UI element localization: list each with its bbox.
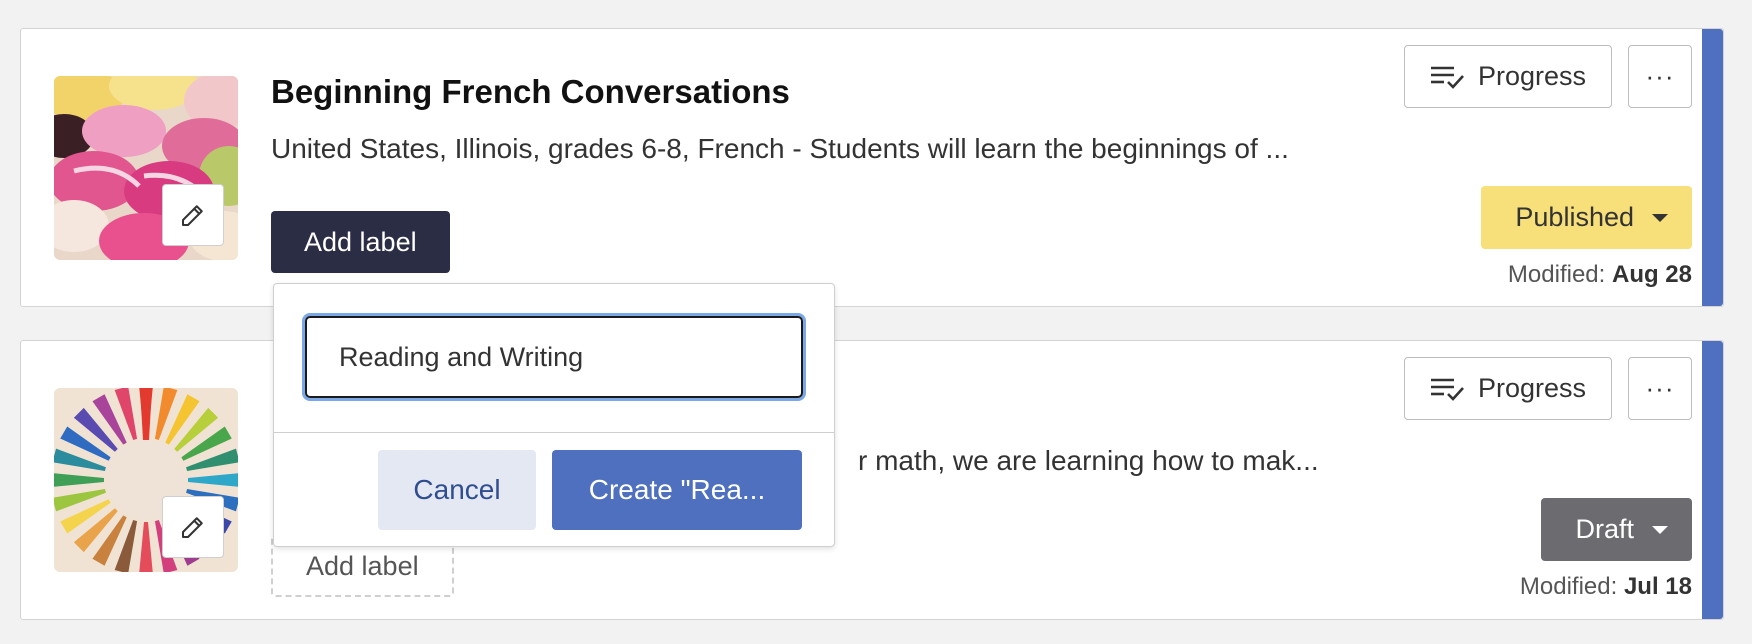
progress-label: Progress xyxy=(1477,373,1587,403)
lesson-title[interactable]: Beginning French Conversations xyxy=(271,73,790,111)
modified-prefix: Modified: xyxy=(1507,261,1606,288)
progress-label: Progress xyxy=(1477,61,1587,91)
modified-date: Modified: Jul 18 xyxy=(1520,573,1692,601)
status-label: Draft xyxy=(1575,514,1634,544)
cancel-button[interactable]: Cancel xyxy=(378,450,536,530)
more-options-button[interactable]: ··· xyxy=(1628,357,1692,420)
progress-button[interactable]: Progress xyxy=(1404,357,1612,420)
popover-divider xyxy=(274,432,834,433)
progress-checklist-icon xyxy=(1430,378,1464,401)
modified-prefix: Modified: xyxy=(1519,573,1618,600)
create-label-button[interactable]: Create "Rea... xyxy=(552,450,802,530)
status-dropdown[interactable]: Draft xyxy=(1541,498,1692,561)
add-label-popover: Reading and Writing Cancel Create "Rea..… xyxy=(273,283,835,547)
add-label-button[interactable]: Add label xyxy=(271,211,450,273)
lesson-card: Beginning French Conversations United St… xyxy=(20,28,1724,307)
more-icon: ··· xyxy=(1645,373,1675,403)
status-dropdown[interactable]: Published xyxy=(1481,186,1692,249)
lesson-thumbnail xyxy=(54,388,238,572)
edit-thumbnail-button[interactable] xyxy=(162,496,224,558)
pencil-icon xyxy=(182,517,203,538)
lesson-description: United States, Illinois, grades 6-8, Fre… xyxy=(271,133,1289,164)
lesson-description: r math, we are learning how to mak... xyxy=(858,445,1319,476)
more-options-button[interactable]: ··· xyxy=(1628,45,1692,108)
pencil-icon xyxy=(182,205,203,226)
progress-checklist-icon xyxy=(1430,66,1464,89)
progress-button[interactable]: Progress xyxy=(1404,45,1612,108)
card-accent-bar xyxy=(1702,341,1723,619)
more-icon: ··· xyxy=(1645,61,1675,91)
label-name-input[interactable]: Reading and Writing xyxy=(305,316,803,398)
modified-value: Aug 28 xyxy=(1611,261,1692,288)
caret-down-icon xyxy=(1652,213,1668,222)
status-label: Published xyxy=(1515,202,1634,232)
lesson-thumbnail xyxy=(54,76,238,260)
modified-value: Jul 18 xyxy=(1623,573,1692,600)
edit-thumbnail-button[interactable] xyxy=(162,184,224,246)
modified-date: Modified: Aug 28 xyxy=(1508,261,1692,289)
caret-down-icon xyxy=(1652,525,1668,534)
card-accent-bar xyxy=(1702,29,1723,306)
